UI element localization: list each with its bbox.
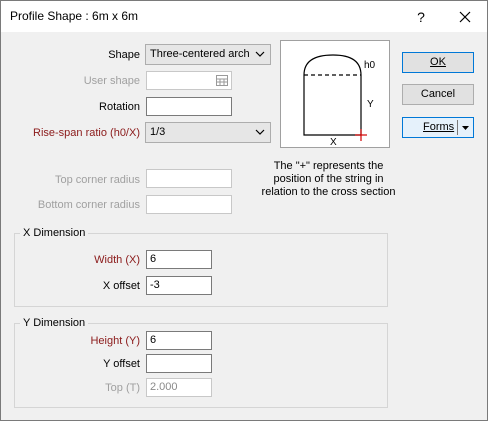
chevron-down-icon	[255, 125, 265, 143]
x-dimension-title: X Dimension	[20, 227, 89, 239]
top-corner-label: Top corner radius	[55, 174, 140, 186]
y-offset-input[interactable]	[146, 354, 212, 373]
x-offset-label: X offset	[102, 280, 140, 292]
forms-button[interactable]: Forms	[402, 117, 474, 138]
top-value: 2.000	[150, 381, 178, 393]
top-label: Top (T)	[105, 382, 140, 394]
cross-section-diagram: h0 Y X	[303, 54, 376, 148]
forms-button-label: Forms	[423, 121, 455, 133]
x-offset-value: -3	[150, 279, 160, 291]
width-label: Width (X)	[94, 254, 140, 266]
ok-button-label: OK	[430, 56, 446, 68]
forms-menu-arrow-icon[interactable]	[461, 118, 470, 144]
rotation-label: Rotation	[99, 101, 140, 113]
cancel-button-label: Cancel	[420, 88, 456, 100]
preview-label-x: X	[330, 137, 337, 147]
bottom-corner-label: Bottom corner radius	[37, 199, 140, 211]
x-dimension-group	[14, 233, 388, 307]
rise-span-value: 1/3	[150, 126, 166, 138]
width-value: 6	[150, 253, 157, 265]
close-button[interactable]	[443, 1, 487, 32]
profile-shape-dialog: Profile Shape : 6m x 6m ? Shape Three-ce…	[0, 0, 488, 421]
y-offset-label: Y offset	[103, 358, 140, 370]
user-shape-label: User shape	[83, 75, 140, 87]
y-dimension-title: Y Dimension	[20, 317, 89, 329]
title-bar: Profile Shape : 6m x 6m ?	[1, 1, 487, 32]
cancel-button[interactable]: Cancel	[402, 84, 474, 105]
rise-span-select[interactable]: 1/3	[145, 122, 271, 143]
preview-label-h0: h0	[364, 60, 376, 71]
shape-label: Shape	[108, 49, 140, 61]
close-icon	[459, 11, 471, 22]
top-input[interactable]: 2.000	[146, 378, 212, 397]
shape-preview: h0 Y X	[280, 40, 390, 148]
window-title: Profile Shape : 6m x 6m	[10, 9, 139, 23]
grid-icon[interactable]	[216, 75, 228, 89]
top-corner-input[interactable]	[146, 169, 232, 188]
bottom-corner-input[interactable]	[146, 195, 232, 214]
chevron-down-icon	[255, 47, 265, 65]
height-label: Height (Y)	[90, 335, 140, 347]
help-icon: ?	[417, 8, 425, 25]
preview-label-y: Y	[367, 99, 374, 110]
height-input[interactable]: 6	[146, 331, 212, 350]
rise-span-label: Rise-span ratio (h0/X)	[33, 127, 140, 139]
ok-button[interactable]: OK	[402, 52, 474, 73]
preview-caption: The "+" represents the position of the s…	[261, 160, 396, 198]
rotation-input[interactable]	[146, 97, 232, 116]
forms-button-divider	[457, 120, 458, 135]
height-value: 6	[150, 334, 157, 346]
user-shape-input[interactable]	[146, 71, 232, 90]
width-input[interactable]: 6	[146, 250, 212, 269]
x-offset-input[interactable]: -3	[146, 276, 212, 295]
shape-value: Three-centered arch	[150, 48, 250, 60]
shape-select[interactable]: Three-centered arch	[145, 44, 271, 65]
help-button[interactable]: ?	[399, 1, 443, 32]
